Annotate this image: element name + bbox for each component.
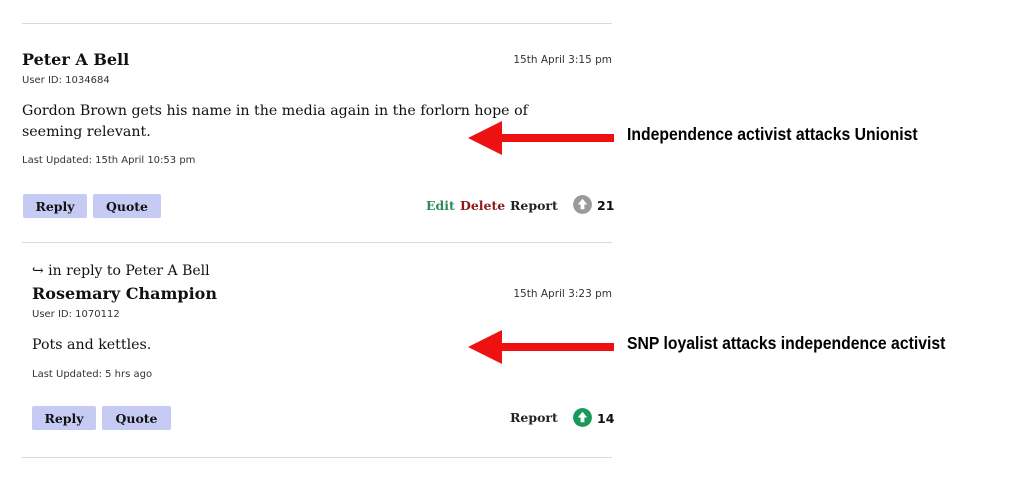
up-arrow-circle-icon[interactable]: [573, 195, 592, 214]
last-updated: Last Updated: 5 hrs ago: [32, 369, 153, 380]
report-link[interactable]: Report: [510, 410, 558, 425]
bottom-divider: [22, 457, 612, 458]
annotation-label: Independence activist attacks Unionist: [627, 124, 918, 144]
edit-link[interactable]: Edit: [426, 198, 455, 213]
user-id: User ID: 1034684: [22, 75, 110, 86]
in-reply-to[interactable]: ↪ in reply to Peter A Bell: [32, 263, 210, 279]
delete-link[interactable]: Delete: [460, 198, 505, 213]
user-id: User ID: 1070112: [32, 309, 120, 320]
top-divider: [22, 23, 612, 24]
comment-author[interactable]: Peter A Bell: [22, 50, 129, 69]
report-link[interactable]: Report: [510, 198, 558, 213]
comment-author[interactable]: Rosemary Champion: [32, 284, 217, 303]
vote-count: 21: [597, 198, 615, 213]
comment-timestamp: 15th April 3:15 pm: [513, 54, 612, 66]
reply-button[interactable]: Reply: [32, 406, 96, 430]
up-arrow-circle-icon[interactable]: [573, 408, 592, 427]
left-arrow-icon: [468, 330, 614, 364]
comment-timestamp: 15th April 3:23 pm: [513, 288, 612, 300]
quote-button[interactable]: Quote: [93, 194, 161, 218]
annotation-label: SNP loyalist attacks independence activi…: [627, 333, 946, 353]
reply-button[interactable]: Reply: [23, 194, 87, 218]
vote-count: 14: [597, 411, 615, 426]
last-updated: Last Updated: 15th April 10:53 pm: [22, 155, 196, 166]
comment-body: Pots and kettles.: [32, 337, 152, 353]
comment-divider: [22, 242, 612, 243]
quote-button[interactable]: Quote: [102, 406, 171, 430]
left-arrow-icon: [468, 121, 614, 155]
